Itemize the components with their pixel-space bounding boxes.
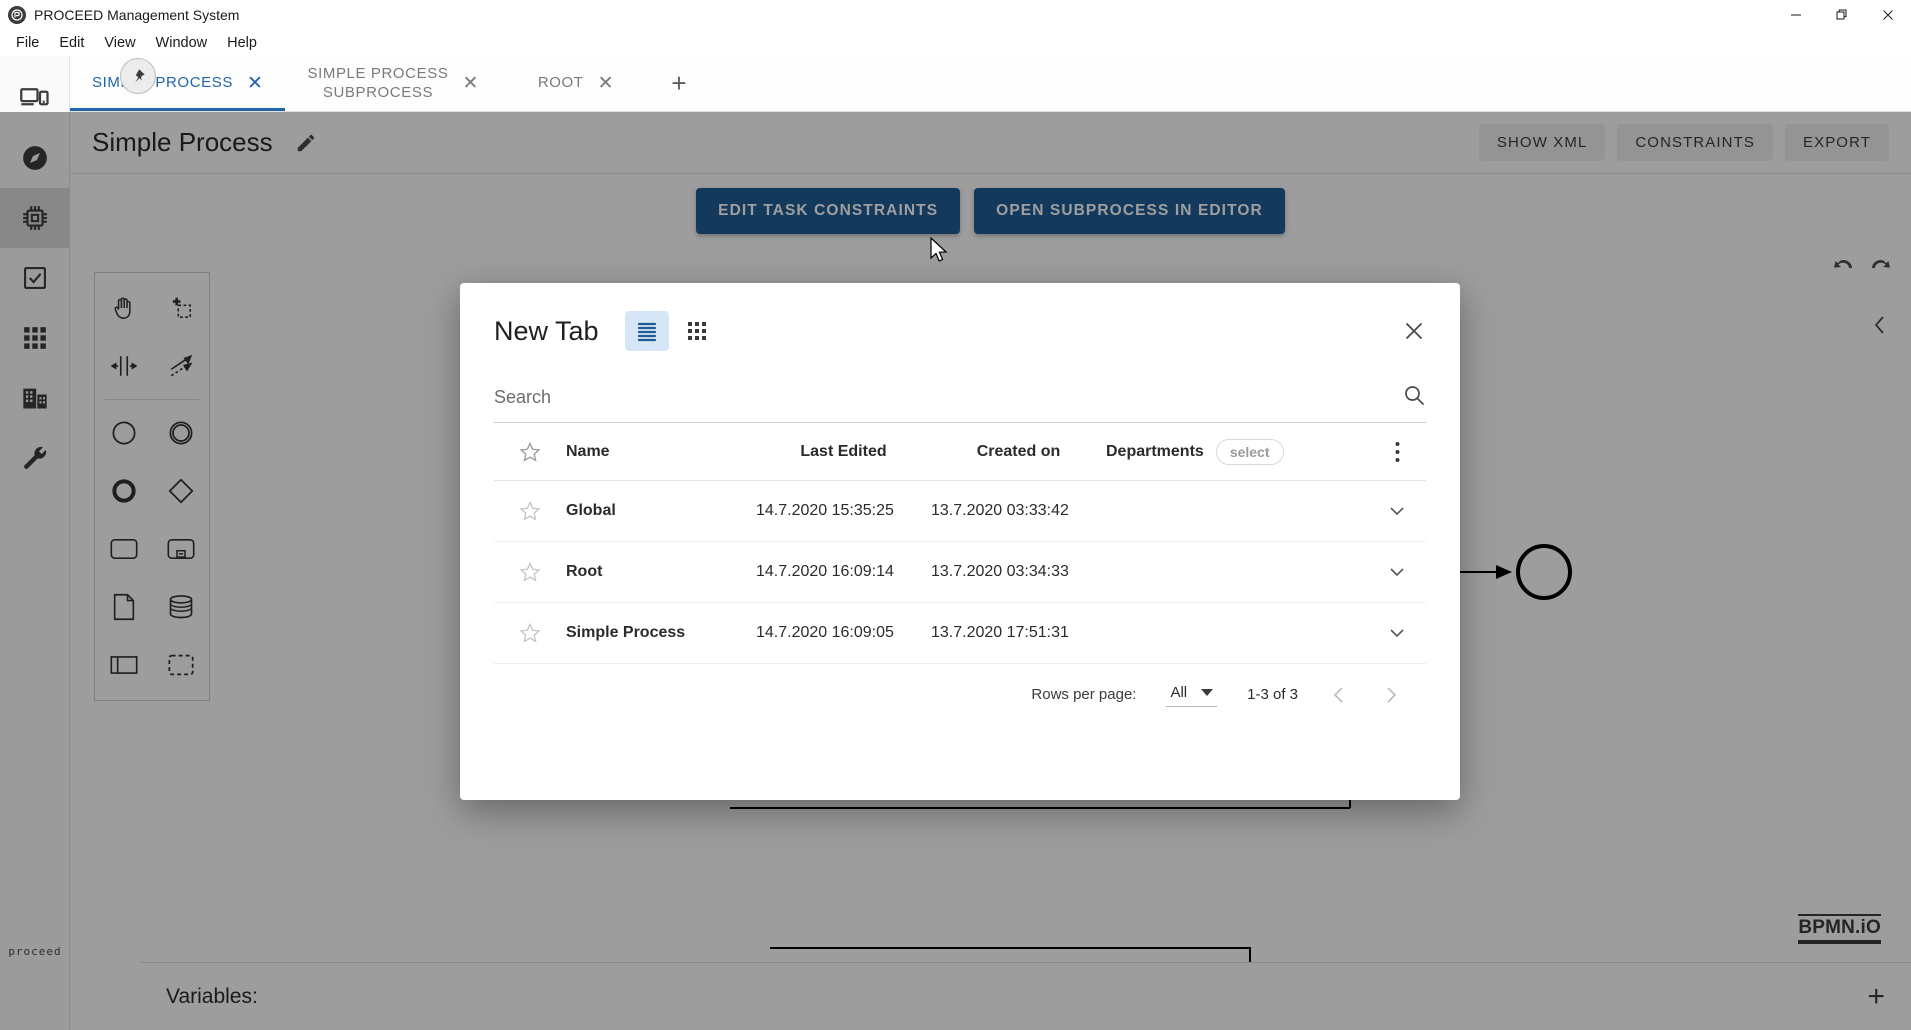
table-row[interactable]: Simple Process 14.7.2020 16:09:05 13.7.2… (494, 603, 1426, 664)
tab-root[interactable]: ROOT ✕ (501, 56, 651, 111)
view-mode-toggle (625, 311, 719, 351)
add-tab-button[interactable]: + (651, 56, 707, 111)
search-input[interactable] (494, 377, 1426, 422)
table-header-row: Name Last Edited Created on Departments … (494, 423, 1426, 481)
department-select-chip[interactable]: select (1216, 439, 1284, 465)
next-page-button[interactable] (1380, 684, 1402, 706)
menu-edit[interactable]: Edit (49, 33, 94, 53)
row-last-edited: 14.7.2020 16:09:05 (756, 624, 931, 642)
close-icon[interactable] (1402, 319, 1426, 343)
tab-close-icon[interactable]: ✕ (462, 74, 479, 93)
pagination: Rows per page: All 1-3 of 3 (460, 664, 1460, 707)
tab-label: SIMPLE PROCESS (92, 74, 233, 93)
new-tab-dialog: New Tab (460, 283, 1460, 800)
window-title: PROCEED Management System (34, 7, 239, 23)
application-window: PROCEED Management System File Edit View… (0, 0, 1911, 1030)
menu-file[interactable]: File (6, 33, 49, 53)
tab-label-line2: SUBPROCESS (323, 84, 433, 101)
pin-icon[interactable] (120, 58, 156, 94)
tab-label-line1: SIMPLE PROCESS (307, 65, 448, 82)
star-outline-icon[interactable] (494, 622, 566, 644)
dialog-header: New Tab (460, 283, 1460, 361)
tab-label: SIMPLE PROCESS SUBPROCESS (307, 65, 448, 103)
list-view-icon[interactable] (625, 311, 669, 351)
tab-close-icon[interactable]: ✕ (247, 74, 264, 93)
rows-per-page-value: All (1170, 684, 1187, 701)
row-created-on: 13.7.2020 03:33:42 (931, 502, 1106, 520)
row-name: Root (566, 563, 756, 581)
minimize-button[interactable] (1773, 0, 1819, 30)
column-header-last-edited[interactable]: Last Edited (756, 443, 931, 461)
rows-per-page-label: Rows per page: (1031, 686, 1136, 703)
star-outline-icon[interactable] (494, 500, 566, 522)
process-table: Name Last Edited Created on Departments … (494, 423, 1426, 664)
dialog-title: New Tab (494, 316, 599, 347)
search-row (494, 377, 1426, 423)
menubar: File Edit View Window Help (0, 30, 1911, 56)
chevron-down-icon[interactable] (1368, 623, 1426, 643)
chevron-down-icon[interactable] (1368, 501, 1426, 521)
search-icon[interactable] (1402, 383, 1426, 412)
more-vertical-icon[interactable] (1368, 441, 1426, 463)
pagination-range: 1-3 of 3 (1247, 686, 1298, 703)
previous-page-button[interactable] (1328, 684, 1350, 706)
row-created-on: 13.7.2020 17:51:31 (931, 624, 1106, 642)
row-last-edited: 14.7.2020 16:09:14 (756, 563, 931, 581)
row-name: Simple Process (566, 624, 756, 642)
column-header-name[interactable]: Name (566, 443, 756, 461)
tab-label: ROOT (538, 74, 584, 93)
close-button[interactable] (1865, 0, 1911, 30)
tab-simple-process-subprocess[interactable]: SIMPLE PROCESS SUBPROCESS ✕ (285, 56, 500, 111)
column-header-departments: Departments select (1106, 439, 1368, 465)
row-created-on: 13.7.2020 03:34:33 (931, 563, 1106, 581)
row-last-edited: 14.7.2020 15:35:25 (756, 502, 931, 520)
menu-view[interactable]: View (94, 33, 145, 53)
chevron-down-icon[interactable] (1368, 562, 1426, 582)
star-outline-icon[interactable] (494, 561, 566, 583)
column-header-departments-label: Departments (1106, 443, 1204, 461)
favorite-column-icon[interactable] (494, 441, 566, 463)
tab-close-icon[interactable]: ✕ (598, 74, 615, 93)
tab-strip: SIMPLE PROCESS ✕ SIMPLE PROCESS SUBPROCE… (70, 56, 1911, 112)
menu-help[interactable]: Help (217, 33, 267, 53)
chevron-down-icon (1201, 689, 1213, 696)
window-titlebar: PROCEED Management System (0, 0, 1911, 30)
maximize-button[interactable] (1819, 0, 1865, 30)
table-row[interactable]: Global 14.7.2020 15:35:25 13.7.2020 03:3… (494, 481, 1426, 542)
tab-simple-process[interactable]: SIMPLE PROCESS ✕ (70, 56, 285, 111)
rows-per-page-select[interactable]: All (1166, 682, 1217, 707)
table-row[interactable]: Root 14.7.2020 16:09:14 13.7.2020 03:34:… (494, 542, 1426, 603)
column-header-created-on[interactable]: Created on (931, 443, 1106, 461)
proceed-logo-icon (8, 6, 26, 24)
window-controls (1773, 0, 1911, 30)
menu-window[interactable]: Window (146, 33, 218, 53)
row-name: Global (566, 502, 756, 520)
grid-view-icon[interactable] (675, 311, 719, 351)
